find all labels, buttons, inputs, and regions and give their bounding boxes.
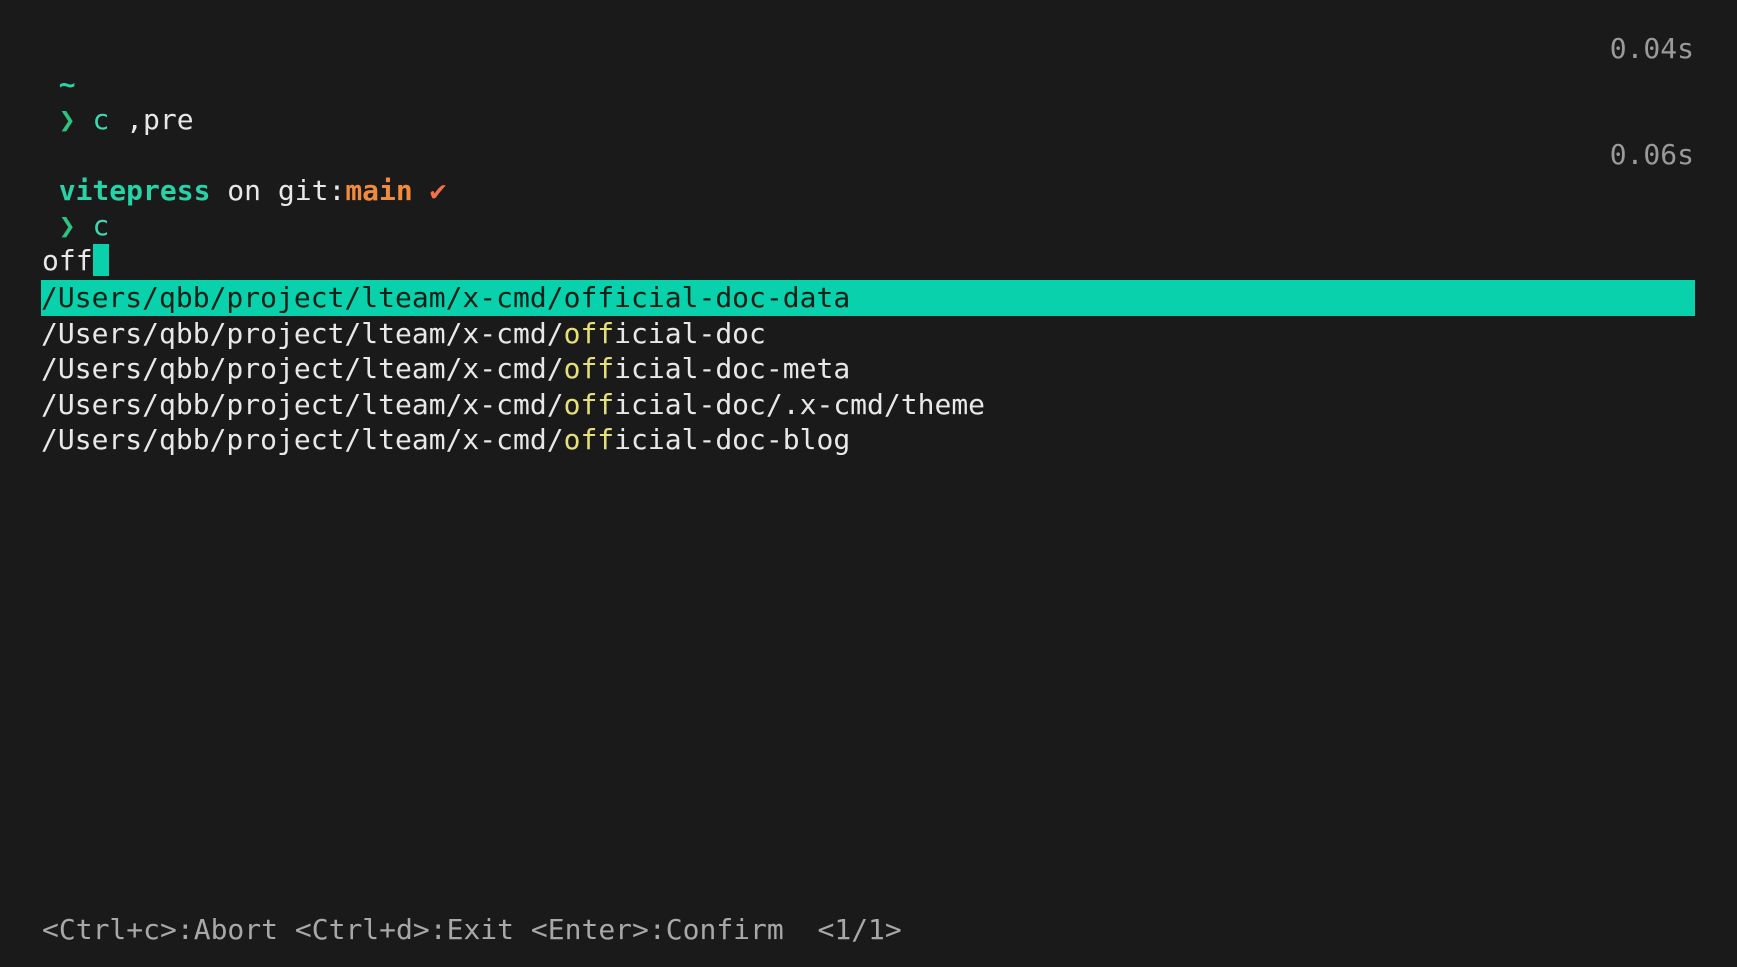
- command-duration-2: 0.06s: [1609, 138, 1694, 171]
- page-indicator: <1/1>: [817, 913, 902, 946]
- checkmark-icon: ✔: [429, 174, 447, 207]
- prompt-arrow-icon: ❯: [58, 103, 76, 136]
- result-path-suffix: icial-doc: [614, 316, 766, 350]
- cwd-line: ~: [25, 31, 76, 101]
- git-branch: main: [345, 174, 413, 207]
- search-query: off: [42, 244, 93, 277]
- search-input[interactable]: off: [42, 243, 109, 279]
- result-match-highlight: off: [563, 387, 615, 421]
- result-item[interactable]: /Users/qbb/project/lteam/x-cmd/official-…: [41, 351, 1695, 387]
- result-match-highlight: off: [563, 281, 615, 314]
- result-path-prefix: /Users/qbb/project/lteam/x-cmd/: [41, 352, 564, 385]
- git-status-line: vitepress on git:main ✔: [25, 137, 447, 207]
- result-item[interactable]: /Users/qbb/project/lteam/x-cmd/official-…: [41, 316, 1695, 352]
- result-item[interactable]: /Users/qbb/project/lteam/x-cmd/official-…: [41, 422, 1695, 458]
- result-path-suffix: icial-doc-meta: [614, 352, 851, 385]
- exit-hint: <Ctrl+d>:Exit: [294, 913, 515, 946]
- command-args: ,pre: [126, 103, 194, 136]
- result-match-highlight: off: [563, 423, 615, 456]
- result-item-selected[interactable]: /Users/qbb/project/lteam/x-cmd/official-…: [41, 280, 1695, 316]
- result-path-suffix: icial-doc/.x-cmd/theme: [614, 387, 986, 421]
- result-path-suffix: icial-doc-data: [614, 281, 851, 314]
- result-path-prefix: /Users/qbb/project/lteam/x-cmd/: [41, 423, 564, 456]
- command-name: c: [92, 209, 110, 242]
- result-match-highlight: off: [563, 316, 615, 350]
- command-line-2: ❯ c: [25, 172, 110, 242]
- on-text: on: [227, 174, 262, 207]
- result-path-prefix: /Users/qbb/project/lteam/x-cmd/: [41, 281, 564, 314]
- confirm-hint: <Enter>:Confirm: [530, 913, 784, 946]
- keybinding-hints: <Ctrl+c>:Abort <Ctrl+d>:Exit <Enter>:Con…: [42, 912, 902, 948]
- command-duration-1: 0.04s: [1609, 32, 1694, 65]
- result-path-suffix: icial-doc-blog: [614, 423, 851, 456]
- abort-hint: <Ctrl+c>:Abort: [42, 913, 279, 946]
- result-path-prefix: /Users/qbb/project/lteam/x-cmd/: [41, 387, 564, 421]
- result-path-prefix: /Users/qbb/project/lteam/x-cmd/: [41, 316, 564, 350]
- result-match-highlight: off: [563, 352, 615, 385]
- text-cursor: [92, 244, 109, 276]
- command-line-1: ❯ c ,pre: [25, 66, 194, 136]
- git-label: git:: [277, 174, 346, 207]
- prompt-arrow-icon: ❯: [58, 209, 76, 242]
- result-item[interactable]: /Users/qbb/project/lteam/x-cmd/official-…: [41, 387, 1695, 423]
- results-list: /Users/qbb/project/lteam/x-cmd/official-…: [41, 280, 1695, 458]
- command-name: c: [92, 103, 110, 136]
